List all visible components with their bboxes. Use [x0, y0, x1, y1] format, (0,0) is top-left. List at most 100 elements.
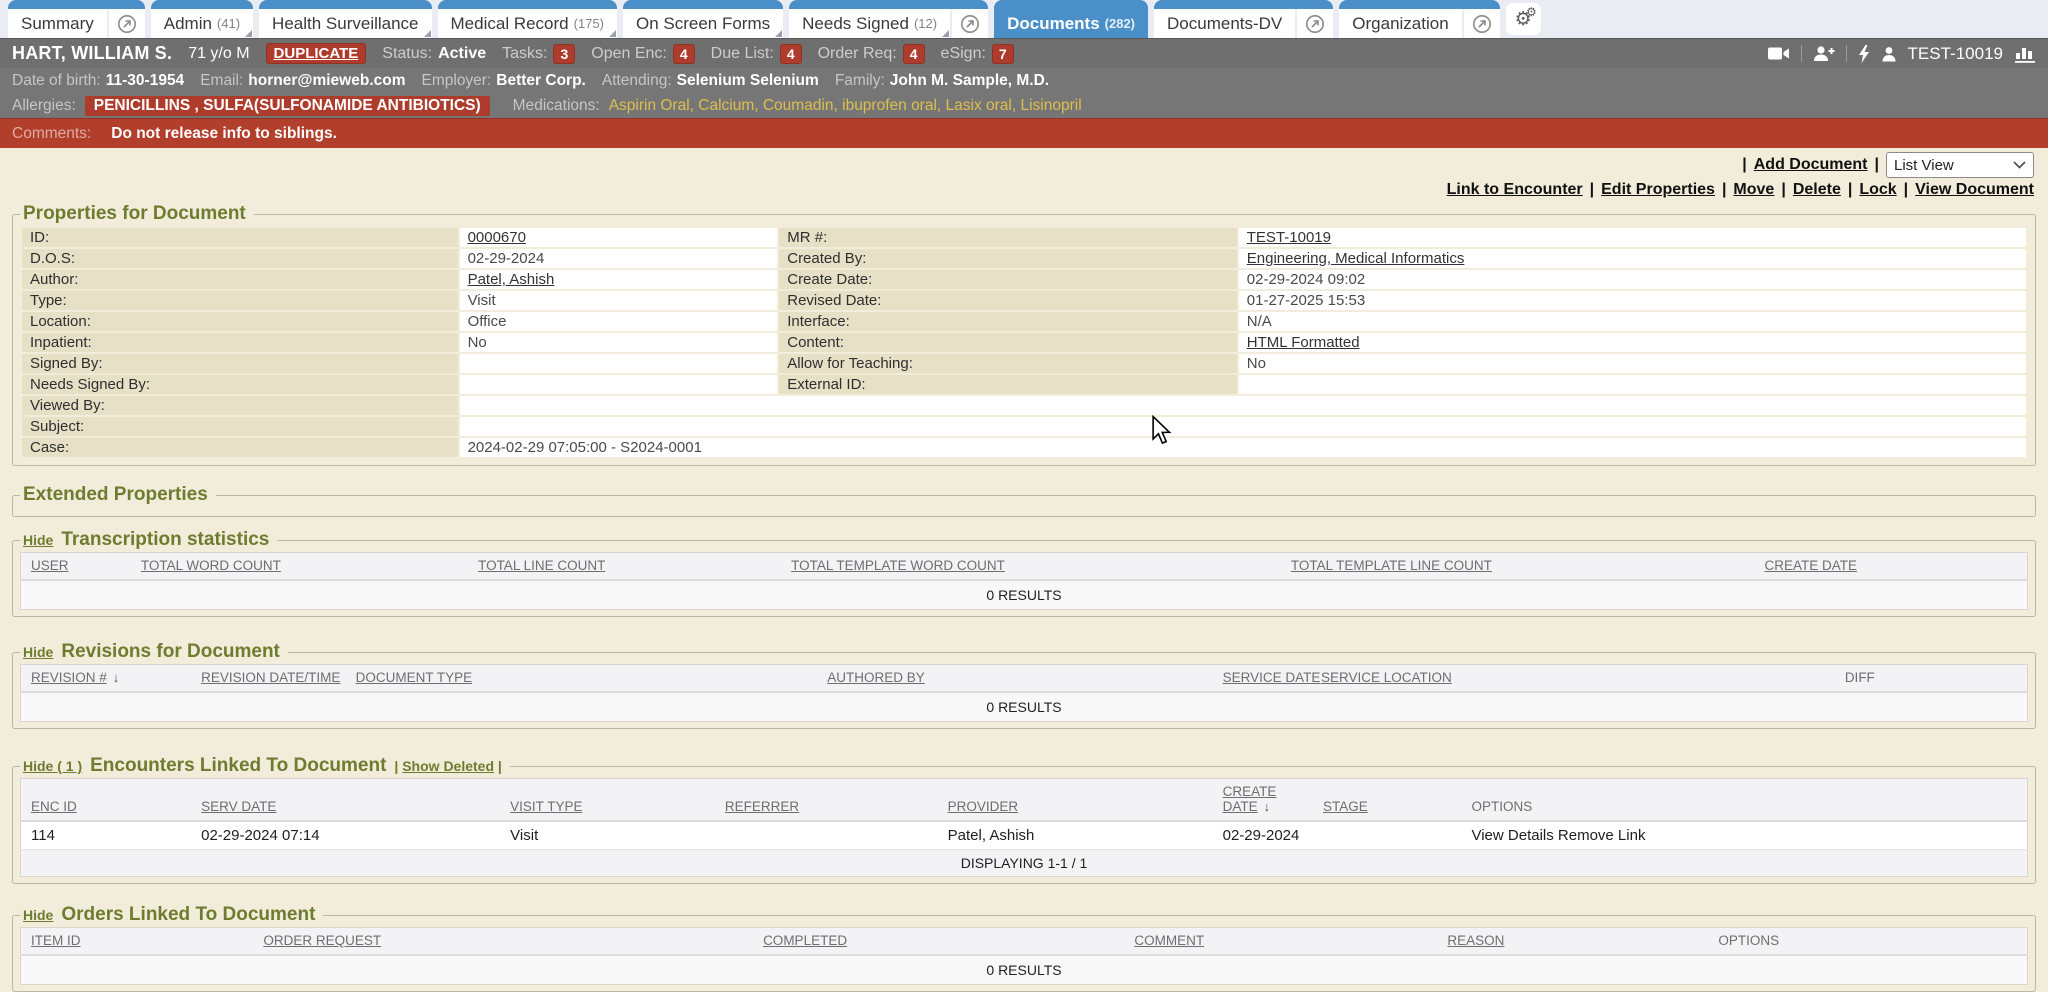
- column-header[interactable]: COMPLETED: [763, 933, 847, 948]
- hide-encounters-link[interactable]: Hide ( 1 ): [23, 758, 82, 774]
- open-in-new-icon: [116, 13, 138, 35]
- tab-needs-signed-popout[interactable]: [952, 9, 988, 38]
- create-date: 02-29-2024: [1219, 821, 1319, 850]
- tab-admin[interactable]: Admin(41): [151, 0, 253, 38]
- column-header[interactable]: REVISION #: [31, 670, 107, 685]
- hide-orders-link[interactable]: Hide: [23, 907, 53, 923]
- column-header[interactable]: ORDER REQUEST: [263, 933, 381, 948]
- tab-documents-dv[interactable]: Documents-DV: [1154, 0, 1333, 38]
- patient-status: Status: Active: [382, 45, 486, 63]
- column-header[interactable]: CREATE DATE: [1765, 558, 1858, 573]
- open-in-new-icon: [1471, 13, 1493, 35]
- video-camera-icon[interactable]: [1768, 46, 1790, 61]
- dropdown-corner-icon: [775, 30, 782, 37]
- column-header[interactable]: AUTHORED BY: [827, 670, 925, 685]
- tab-count: (12): [914, 16, 937, 31]
- tab-organization-popout[interactable]: [1464, 9, 1500, 38]
- content-format-link[interactable]: HTML Formatted: [1247, 334, 1360, 351]
- link-to-encounter-link[interactable]: Link to Encounter: [1447, 181, 1583, 199]
- column-header[interactable]: SERVICE DATE: [1223, 670, 1321, 685]
- tab-summary[interactable]: Summary: [8, 0, 145, 38]
- allergy-badge[interactable]: PENICILLINS , SULFA(SULFONAMIDE ANTIBIOT…: [85, 96, 490, 116]
- tasks-count-badge[interactable]: 3: [553, 44, 575, 64]
- column-header[interactable]: ENC ID: [31, 799, 77, 814]
- column-header[interactable]: TOTAL WORD COUNT: [141, 558, 281, 573]
- due-list-count-badge[interactable]: 4: [780, 44, 802, 64]
- gear-small-icon: ⚙: [1526, 6, 1537, 18]
- column-header[interactable]: PROVIDER: [948, 799, 1019, 814]
- add-document-link[interactable]: Add Document: [1754, 156, 1868, 174]
- table-row: Location: Office Interface: N/A: [22, 312, 2026, 331]
- column-header[interactable]: REASON: [1447, 933, 1504, 948]
- orders-table: ITEM ID ORDER REQUEST COMPLETED COMMENT …: [20, 927, 2028, 985]
- document-id-link[interactable]: 0000670: [468, 229, 526, 246]
- hide-transcription-link[interactable]: Hide: [23, 532, 53, 548]
- encounter-options[interactable]: View Details Remove Link: [1467, 821, 2027, 850]
- medications-list[interactable]: Aspirin Oral, Calcium, Coumadin, ibuprof…: [609, 97, 1082, 115]
- column-header[interactable]: STAGE: [1323, 799, 1368, 814]
- results-count: 0 RESULTS: [21, 692, 2028, 722]
- created-by-link[interactable]: Engineering, Medical Informatics: [1247, 250, 1465, 267]
- column-header[interactable]: REVISION DATE/TIME: [201, 670, 340, 685]
- lock-link[interactable]: Lock: [1859, 181, 1896, 199]
- tab-medical-record[interactable]: Medical Record(175): [438, 0, 617, 38]
- column-header[interactable]: USER: [31, 558, 69, 573]
- column-header[interactable]: TOTAL LINE COUNT: [478, 558, 605, 573]
- column-header[interactable]: TOTAL TEMPLATE LINE COUNT: [1291, 558, 1492, 573]
- mr-number-link[interactable]: TEST-10019: [1247, 229, 1331, 246]
- email: Email:horner@mieweb.com: [200, 72, 405, 90]
- section-title: Properties for Document: [23, 203, 246, 225]
- tab-settings-button[interactable]: ⚙ ⚙: [1506, 3, 1541, 35]
- person-icon[interactable]: [1881, 46, 1897, 62]
- patient-header-bar: HART, WILLIAM S. 71 y/o M DUPLICATE Stat…: [0, 38, 2048, 68]
- column-header: DIFF: [1845, 670, 1875, 685]
- section-title: Transcription statistics: [61, 529, 269, 551]
- column-header[interactable]: SERVICE LOCATION: [1321, 670, 1452, 685]
- chevron-down-icon: [2013, 161, 2026, 169]
- duplicate-badge[interactable]: DUPLICATE: [266, 43, 367, 64]
- tab-documents[interactable]: Documents(282): [994, 0, 1148, 38]
- bar-chart-icon[interactable]: [2014, 45, 2036, 63]
- lightning-bolt-icon[interactable]: [1858, 45, 1870, 63]
- open-enc-count-badge[interactable]: 4: [673, 44, 695, 64]
- tab-health-surveillance[interactable]: Health Surveillance: [259, 0, 431, 38]
- provider: Patel, Ashish: [944, 821, 1219, 850]
- dropdown-corner-icon: [609, 30, 616, 37]
- encounters-table: ENC ID SERV DATE VISIT TYPE REFERRER PRO…: [20, 778, 2028, 877]
- column-header[interactable]: REFERRER: [725, 799, 799, 814]
- column-header[interactable]: DOCUMENT TYPE: [356, 670, 473, 685]
- esign-count-badge[interactable]: 7: [992, 44, 1014, 64]
- author-link[interactable]: Patel, Ashish: [468, 271, 555, 288]
- edit-properties-link[interactable]: Edit Properties: [1601, 181, 1715, 199]
- sort-desc-icon[interactable]: ↓: [113, 670, 120, 685]
- column-header[interactable]: TOTAL TEMPLATE WORD COUNT: [791, 558, 1005, 573]
- hide-revisions-link[interactable]: Hide: [23, 644, 53, 660]
- column-header[interactable]: ITEM ID: [31, 933, 81, 948]
- tab-organization[interactable]: Organization: [1339, 0, 1499, 38]
- tab-summary-popout[interactable]: [109, 9, 145, 38]
- order-req-count-badge[interactable]: 4: [903, 44, 925, 64]
- properties-table: ID: 0000670 MR #: TEST-10019 D.O.S: 02-2…: [20, 226, 2028, 459]
- document-toolbar: | Add Document | List View Link to Encou…: [0, 152, 2048, 199]
- sort-desc-icon[interactable]: ↓: [1264, 799, 1271, 814]
- counter-order-req: Order Req: 4: [818, 44, 925, 64]
- view-select[interactable]: List View: [1886, 152, 2034, 178]
- move-link[interactable]: Move: [1733, 181, 1774, 199]
- tab-label: Medical Record: [451, 14, 569, 34]
- tab-needs-signed[interactable]: Needs Signed(12): [789, 0, 988, 38]
- tab-count: (282): [1105, 16, 1135, 31]
- tab-on-screen-forms[interactable]: On Screen Forms: [623, 0, 783, 38]
- revisions-table: REVISION # ↓ REVISION DATE/TIME DOCUMENT …: [20, 664, 2028, 722]
- encounter-row[interactable]: 114 02-29-2024 07:14 Visit Patel, Ashish…: [21, 821, 2028, 850]
- section-title: Extended Properties: [23, 484, 208, 506]
- comments-text: Do not release info to siblings.: [111, 125, 337, 143]
- view-document-link[interactable]: View Document: [1915, 181, 2034, 199]
- column-header[interactable]: VISIT TYPE: [510, 799, 582, 814]
- tab-documents-dv-popout[interactable]: [1297, 9, 1333, 38]
- comments-label: Comments:: [12, 125, 91, 143]
- person-add-icon[interactable]: [1813, 45, 1835, 62]
- delete-link[interactable]: Delete: [1793, 181, 1841, 199]
- show-deleted-link[interactable]: Show Deleted: [402, 758, 494, 774]
- column-header[interactable]: SERV DATE: [201, 799, 276, 814]
- column-header[interactable]: COMMENT: [1134, 933, 1204, 948]
